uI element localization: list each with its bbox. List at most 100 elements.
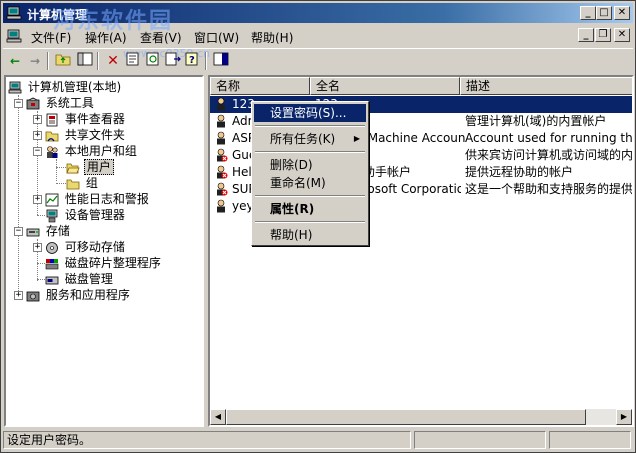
tree-label: 性能日志和警报 <box>64 192 149 206</box>
show-tree-icon[interactable] <box>75 52 95 70</box>
menu-help[interactable]: 帮助(H) <box>247 28 297 47</box>
expand-toggle[interactable]: + <box>14 291 23 300</box>
horizontal-scrollbar[interactable]: ◀ ▶ <box>210 409 632 425</box>
tree-label: 磁盘碎片整理程序 <box>64 256 161 270</box>
user-description: 管理计算机(域)的内置帐户 <box>465 114 607 128</box>
tree-node-performance-logs[interactable]: 性能日志和警报 <box>45 191 151 207</box>
tree-node-system-tools[interactable]: 系统工具 <box>26 95 96 111</box>
tree-node-shared-folders[interactable]: 共享文件夹 <box>45 127 127 143</box>
tree-node-services-applications[interactable]: 服务和应用程序 <box>26 287 132 303</box>
tree-node-storage[interactable]: 存储 <box>26 223 72 239</box>
tree-node-computer-management[interactable]: 计算机管理(本地) <box>8 79 123 95</box>
menu-action[interactable]: 操作(A) <box>81 28 131 47</box>
toolbar-separator <box>47 52 49 70</box>
collapse-toggle[interactable]: − <box>14 227 23 236</box>
mmc-document-icon[interactable] <box>6 28 22 44</box>
status-panel <box>549 431 631 449</box>
delete-icon[interactable]: ✕ <box>103 52 123 70</box>
disabled-user-icon <box>217 148 228 162</box>
tree-label: 磁盘管理 <box>64 272 113 286</box>
svg-text:?: ? <box>189 55 195 66</box>
menu-view[interactable]: 查看(V) <box>136 28 186 47</box>
removable-storage-icon <box>46 241 58 254</box>
menu-item-all-tasks-label: 所有任务(K) <box>270 132 336 146</box>
scroll-left-button[interactable]: ◀ <box>210 409 226 425</box>
user-icon <box>217 114 225 128</box>
menu-file[interactable]: 文件(F) <box>27 28 75 47</box>
status-panel <box>414 431 546 449</box>
column-header-name[interactable]: 名称 <box>210 77 310 95</box>
tree-label: 设备管理器 <box>64 208 125 222</box>
tree-label: 共享文件夹 <box>64 128 125 142</box>
tree-label: 服务和应用程序 <box>45 288 130 302</box>
open-folder-icon <box>66 163 80 173</box>
column-header-description[interactable]: 描述 <box>460 77 632 95</box>
menu-item-properties[interactable]: 属性(R) <box>254 200 366 218</box>
refresh-icon[interactable] <box>143 52 163 70</box>
tree-node-disk-defragmenter[interactable]: 磁盘碎片整理程序 <box>45 255 163 271</box>
help-icon[interactable]: ? <box>183 52 203 70</box>
tree-node-groups[interactable]: 组 <box>66 175 100 191</box>
services-icon <box>26 291 40 301</box>
tree-line <box>56 167 66 168</box>
menu-separator <box>255 221 365 223</box>
status-text: 设定用户密码。 <box>3 431 411 449</box>
close-button[interactable]: ✕ <box>614 6 630 20</box>
tree-line <box>37 279 45 280</box>
expand-toggle[interactable]: + <box>33 131 42 140</box>
storage-icon <box>26 228 40 236</box>
computer-icon <box>8 81 22 93</box>
expand-toggle[interactable]: + <box>33 115 42 124</box>
up-folder-icon[interactable] <box>53 52 73 70</box>
maximize-button[interactable]: □ <box>596 6 612 20</box>
collapse-toggle[interactable]: − <box>14 99 23 108</box>
menu-item-help[interactable]: 帮助(H) <box>254 226 366 244</box>
mdi-close-button[interactable]: ✕ <box>614 28 630 42</box>
forward-arrow-icon[interactable]: → <box>25 52 45 70</box>
mdi-restore-button[interactable]: ❐ <box>595 28 611 42</box>
column-header-full-name[interactable]: 全名 <box>310 77 460 95</box>
toolbar-separator <box>97 52 99 70</box>
menu-bar: 文件(F) 操作(A) 查看(V) 窗口(W) 帮助(H) www.pc0359… <box>3 25 633 60</box>
console-tree[interactable]: 计算机管理(本地) − 系统工具 + 事件查看器 + 共享文件夹 − 本地用户和… <box>4 75 204 427</box>
window-title: 计算机管理 <box>27 8 88 22</box>
menu-separator <box>255 151 365 153</box>
menu-item-delete[interactable]: 删除(D) <box>254 156 366 174</box>
properties-icon[interactable] <box>123 52 143 70</box>
collapse-toggle[interactable]: − <box>33 147 42 156</box>
scroll-thumb[interactable] <box>226 409 586 425</box>
tree-node-event-viewer[interactable]: 事件查看器 <box>45 111 127 127</box>
user-description: Account used for running the ASP.NET <box>465 131 633 145</box>
tree-node-removable-storage[interactable]: 可移动存储 <box>45 239 127 255</box>
minimize-button[interactable]: _ <box>580 6 596 20</box>
tree-node-local-users-groups[interactable]: 本地用户和组 <box>45 143 139 159</box>
menu-item-all-tasks[interactable]: 所有任务(K) ▶ <box>254 130 366 148</box>
title-bar[interactable]: 计算机管理 河东软件园 _ □ ✕ <box>3 3 633 34</box>
tree-label: 事件查看器 <box>64 112 125 126</box>
expand-toggle[interactable]: + <box>33 243 42 252</box>
menu-window[interactable]: 窗口(W) <box>190 28 243 47</box>
tree-label: 组 <box>85 176 98 190</box>
user-icon <box>217 97 225 111</box>
tree-line <box>18 95 19 295</box>
app-window: 计算机管理 河东软件园 _ □ ✕ 文件(F) 操作(A) 查看(V) 窗口(W… <box>0 0 636 453</box>
users-group-icon <box>47 145 58 158</box>
mdi-minimize-button[interactable]: _ <box>578 28 594 42</box>
show-hide-action-pane-icon[interactable] <box>211 52 231 70</box>
export-list-icon[interactable] <box>163 52 183 70</box>
submenu-arrow-icon: ▶ <box>353 134 360 143</box>
shared-folder-icon <box>45 131 59 141</box>
system-tools-icon <box>26 97 40 109</box>
tree-node-users[interactable]: 用户 <box>66 159 114 175</box>
folder-icon <box>66 179 80 189</box>
tree-line <box>37 263 45 264</box>
tree-node-disk-management[interactable]: 磁盘管理 <box>45 271 115 287</box>
disabled-user-icon <box>217 165 228 179</box>
expand-toggle[interactable]: + <box>33 195 42 204</box>
back-arrow-icon[interactable]: ← <box>5 52 25 70</box>
scroll-right-button[interactable]: ▶ <box>616 409 632 425</box>
menu-item-set-password[interactable]: 设置密码(S)... <box>254 104 366 122</box>
menu-item-rename[interactable]: 重命名(M) <box>254 174 366 192</box>
user-icon <box>217 199 225 213</box>
tree-node-device-manager[interactable]: 设备管理器 <box>45 207 127 223</box>
